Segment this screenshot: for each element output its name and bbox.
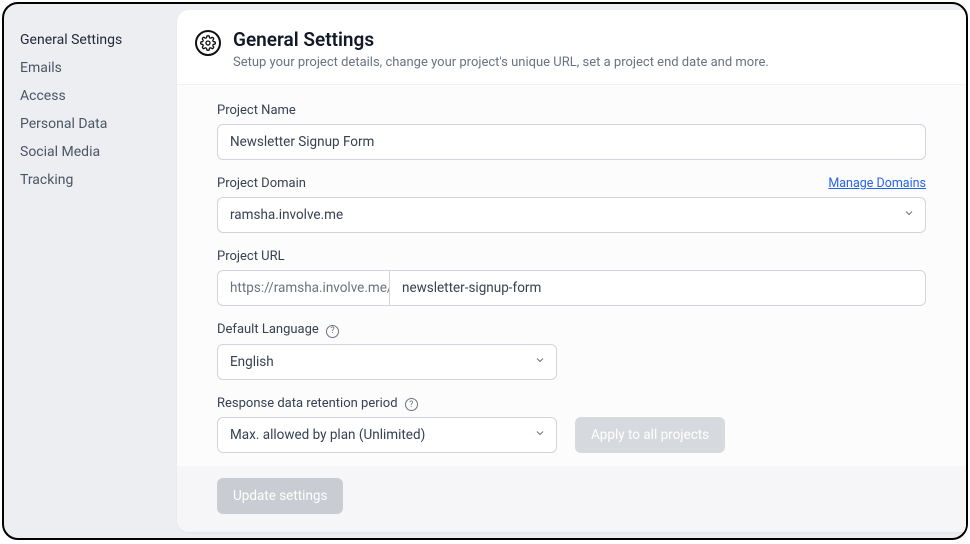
project-url-slug-input[interactable] [389,270,926,306]
retention-select[interactable]: Max. allowed by plan (Unlimited) [217,417,557,453]
project-domain-select[interactable]: ramsha.involve.me [217,197,926,233]
header: General Settings Setup your project deta… [177,10,966,85]
project-url-prefix: https://ramsha.involve.me/ [217,270,389,306]
sidebar-item-general-settings[interactable]: General Settings [20,26,161,54]
manage-domains-link[interactable]: Manage Domains [828,176,926,191]
page-title: General Settings [233,28,769,51]
project-url-label: Project URL [217,249,285,264]
footer: Update settings [177,466,966,532]
retention-label: Response data retention period ? [217,396,418,412]
help-icon: ? [326,325,339,338]
sidebar-item-social-media[interactable]: Social Media [20,138,161,166]
chevron-down-icon [534,354,546,370]
default-language-label: Default Language ? [217,322,339,338]
chevron-down-icon [534,427,546,443]
update-settings-button[interactable]: Update settings [217,478,343,514]
sidebar-item-personal-data[interactable]: Personal Data [20,110,161,138]
project-domain-value: ramsha.involve.me [230,207,343,223]
sidebar: General Settings Emails Access Personal … [4,4,177,538]
sidebar-item-access[interactable]: Access [20,82,161,110]
gear-icon [195,30,221,56]
main-panel: General Settings Setup your project deta… [177,10,966,532]
project-name-label: Project Name [217,103,296,118]
page-subtitle: Setup your project details, change your … [233,55,769,70]
default-language-select[interactable]: English [217,344,557,380]
chevron-down-icon [903,207,915,223]
default-language-value: English [230,354,274,370]
help-icon: ? [405,398,418,411]
retention-value: Max. allowed by plan (Unlimited) [230,427,425,443]
sidebar-item-emails[interactable]: Emails [20,54,161,82]
sidebar-item-tracking[interactable]: Tracking [20,166,161,194]
project-domain-label: Project Domain [217,176,306,191]
content: Project Name Project Domain Manage Domai… [177,85,966,466]
project-name-input[interactable] [217,124,926,160]
apply-to-all-button[interactable]: Apply to all projects [575,417,725,453]
